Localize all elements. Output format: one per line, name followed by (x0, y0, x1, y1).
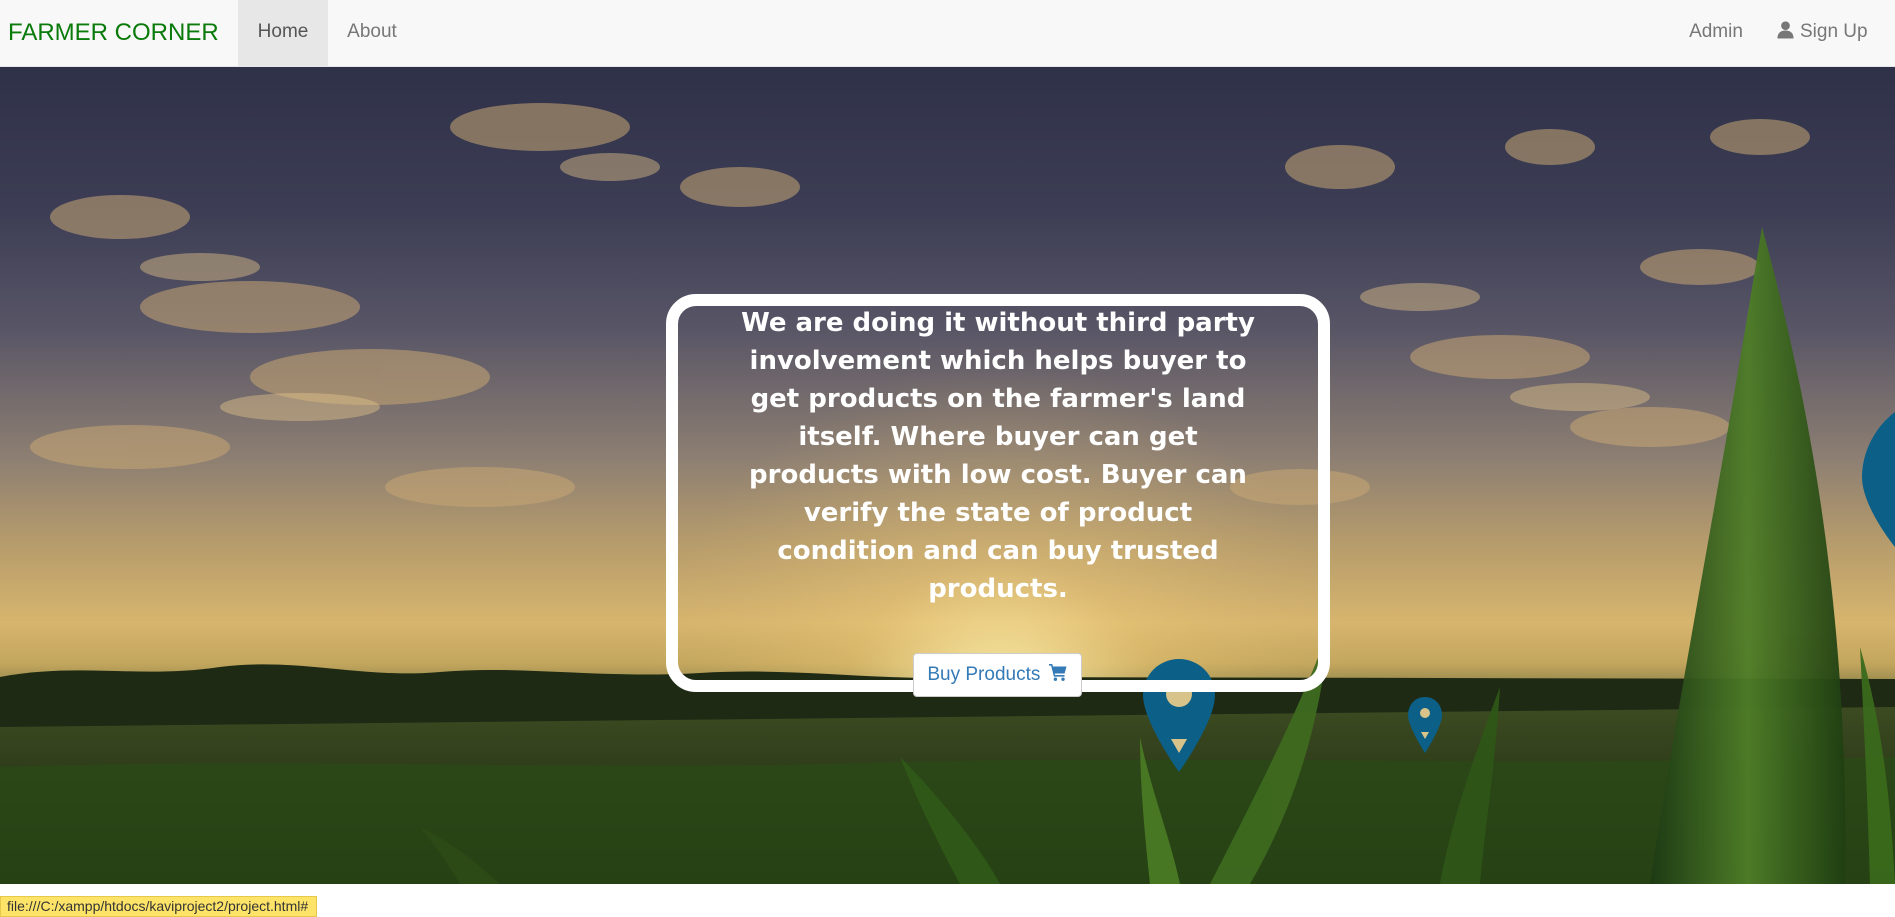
user-icon (1777, 21, 1794, 39)
nav-home[interactable]: Home (238, 0, 328, 66)
brand-logo-link[interactable]: FARMER CORNER (8, 0, 219, 67)
buy-products-button[interactable]: Buy Products (913, 653, 1082, 697)
nav-sign-up[interactable]: Sign Up (1776, 0, 1895, 66)
top-navbar: FARMER CORNER Home About Admin Sign Up (0, 0, 1895, 67)
nav-admin[interactable]: Admin (1670, 0, 1762, 66)
hero-message: We are doing it without third party invo… (741, 308, 1255, 604)
buy-products-label: Buy Products (927, 664, 1041, 685)
browser-status-bar: file:///C:/xampp/htdocs/kaviproject2/pro… (0, 896, 318, 917)
shopping-cart-icon (1048, 664, 1067, 681)
nav-about[interactable]: About (328, 0, 416, 66)
sign-up-label: Sign Up (1800, 21, 1868, 42)
